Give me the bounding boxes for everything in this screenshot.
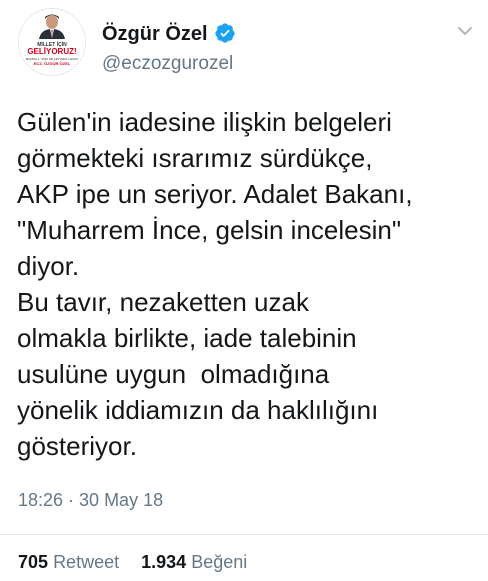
tweet-line: görmekteki ısrarımız sürdükçe, bbox=[17, 143, 373, 173]
tweet-line: AKP ipe un seriyor. Adalet Bakanı, bbox=[17, 179, 413, 209]
like-count: 1.934 bbox=[141, 552, 187, 572]
like-label: Beğeni bbox=[191, 552, 248, 572]
display-name[interactable]: Özgür Özel bbox=[102, 23, 208, 46]
avatar-text-4: ECZ. ÖZGÜR ÖZEL bbox=[34, 61, 71, 66]
tweet-line: gösteriyor. bbox=[17, 431, 137, 461]
tweet: MİLLET İÇİN GELİYORUZ! MANİSA 1. SIRA Mİ… bbox=[0, 0, 488, 581]
tweet-line: Gülen'in iadesine ilişkin belgeleri bbox=[17, 107, 392, 137]
divider bbox=[0, 534, 488, 535]
tweet-text: Gülen'in iadesine ilişkin belgeleri görm… bbox=[17, 104, 479, 464]
user-handle[interactable]: @eczozgurozel bbox=[102, 53, 233, 75]
avatar[interactable]: MİLLET İÇİN GELİYORUZ! MANİSA 1. SIRA Mİ… bbox=[18, 8, 86, 76]
tweet-stats: 705 Retweet 1.934 Beğeni bbox=[18, 552, 247, 573]
tweet-line: yönelik iddiamızın da haklılığını bbox=[17, 395, 379, 425]
tweet-line: "Muharrem İnce, gelsin incelesin" bbox=[17, 215, 402, 245]
avatar-image: MİLLET İÇİN GELİYORUZ! MANİSA 1. SIRA Mİ… bbox=[19, 9, 85, 75]
tweet-timestamp[interactable]: 18:26 · 30 May 18 bbox=[18, 490, 163, 511]
tweet-line: usulüne uygun olmadığına bbox=[17, 359, 330, 389]
tweet-line: diyor. bbox=[17, 251, 80, 281]
tweet-line: Bu tavır, nezaketten uzak bbox=[17, 287, 309, 317]
retweet-stat[interactable]: 705 Retweet bbox=[18, 552, 124, 572]
tweet-line: olmakla birlikte, iade talebinin bbox=[17, 323, 357, 353]
retweet-count: 705 bbox=[18, 552, 49, 572]
chevron-down-icon[interactable] bbox=[457, 25, 473, 37]
verified-badge-icon bbox=[215, 23, 235, 43]
avatar-text-2: GELİYORUZ! bbox=[27, 47, 76, 56]
like-stat[interactable]: 1.934 Beğeni bbox=[141, 552, 247, 572]
retweet-label: Retweet bbox=[53, 552, 120, 572]
